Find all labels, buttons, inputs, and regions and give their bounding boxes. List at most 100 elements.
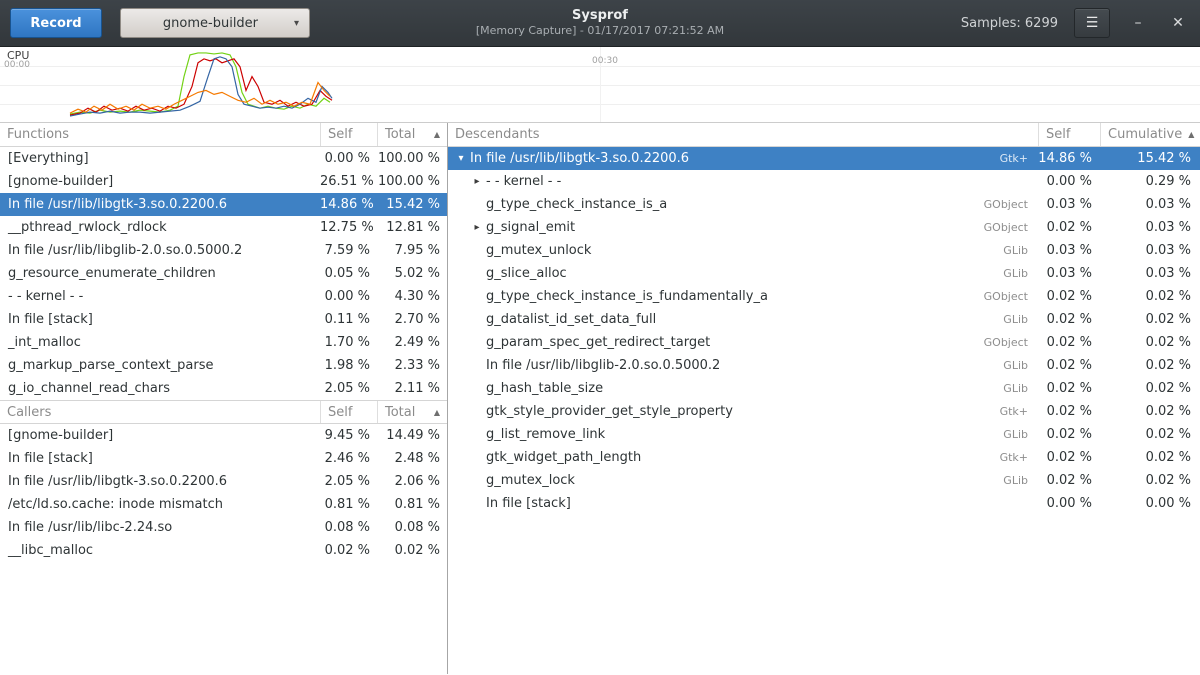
page-title: Sysprof (476, 8, 724, 24)
process-selector-dropdown[interactable]: gnome-builder ▾ (120, 8, 310, 38)
self-percent: 0.02 % (1038, 469, 1100, 492)
table-row[interactable]: g_io_channel_read_chars2.05 %2.11 % (0, 377, 447, 400)
table-row[interactable]: g_type_check_instance_is_fundamentally_a… (448, 285, 1200, 308)
library-badge: GLib (976, 423, 1038, 446)
table-row[interactable]: _int_malloc1.70 %2.49 % (0, 331, 447, 354)
function-name: gtk_widget_path_length (484, 446, 976, 469)
expander-spacer (470, 469, 484, 492)
function-name: g_resource_enumerate_children (0, 262, 320, 285)
table-row[interactable]: g_param_spec_get_redirect_targetGObject0… (448, 331, 1200, 354)
function-name: g_type_check_instance_is_a (484, 193, 976, 216)
table-row[interactable]: In file /usr/lib/libgtk-3.so.0.2200.614.… (0, 193, 447, 216)
close-button[interactable]: ✕ (1166, 15, 1190, 31)
table-row[interactable]: __pthread_rwlock_rdlock12.75 %12.81 % (0, 216, 447, 239)
callers-self-column-header[interactable]: Self (320, 401, 377, 423)
self-percent: 0.03 % (1038, 262, 1100, 285)
cumulative-percent: 0.03 % (1100, 239, 1200, 262)
self-percent: 7.59 % (320, 239, 377, 262)
minimize-icon: – (1135, 15, 1142, 31)
callers-total-column-header[interactable]: Total ▲ (377, 401, 447, 423)
table-row[interactable]: g_resource_enumerate_children0.05 %5.02 … (0, 262, 447, 285)
expander-icon[interactable]: ▸ (470, 216, 484, 239)
table-row[interactable]: [gnome-builder]26.51 %100.00 % (0, 170, 447, 193)
table-row[interactable]: gtk_style_provider_get_style_propertyGtk… (448, 400, 1200, 423)
table-row[interactable]: g_mutex_unlockGLib0.03 %0.03 % (448, 239, 1200, 262)
table-row[interactable]: - - kernel - -0.00 %4.30 % (0, 285, 447, 308)
table-row[interactable]: In file [stack]0.11 %2.70 % (0, 308, 447, 331)
main-area: Functions Self Total ▲ [Everything]0.00 … (0, 123, 1200, 674)
cumulative-percent: 0.03 % (1100, 193, 1200, 216)
table-row[interactable]: g_list_remove_linkGLib0.02 %0.02 % (448, 423, 1200, 446)
function-name: g_mutex_unlock (484, 239, 976, 262)
self-percent: 0.03 % (1038, 193, 1100, 216)
library-badge: GLib (976, 239, 1038, 262)
expander-spacer (470, 377, 484, 400)
library-badge: GLib (976, 308, 1038, 331)
table-row[interactable]: In file /usr/lib/libgtk-3.so.0.2200.62.0… (0, 470, 447, 493)
functions-total-column-header[interactable]: Total ▲ (377, 123, 447, 146)
functions-table-body: [Everything]0.00 %100.00 %[gnome-builder… (0, 147, 447, 400)
library-badge: GLib (976, 377, 1038, 400)
expander-spacer (470, 308, 484, 331)
table-row[interactable]: In file /usr/lib/libc-2.24.so0.08 %0.08 … (0, 516, 447, 539)
record-button[interactable]: Record (10, 8, 102, 38)
expander-spacer (470, 423, 484, 446)
total-percent: 4.30 % (377, 285, 447, 308)
table-row[interactable]: In file [stack]0.00 %0.00 % (448, 492, 1200, 515)
function-name: gtk_style_provider_get_style_property (484, 400, 976, 423)
table-row[interactable]: In file /usr/lib/libglib-2.0.so.0.5000.2… (448, 354, 1200, 377)
cumulative-percent: 0.02 % (1100, 423, 1200, 446)
table-row[interactable]: ▸g_signal_emitGObject0.02 %0.03 % (448, 216, 1200, 239)
record-button-label: Record (30, 16, 81, 31)
callers-column-header[interactable]: Callers (0, 401, 320, 423)
self-percent: 12.75 % (320, 216, 377, 239)
library-badge: Gtk+ (976, 446, 1038, 469)
library-badge: GLib (976, 469, 1038, 492)
descendants-column-header[interactable]: Descendants (448, 123, 1038, 146)
self-percent: 0.81 % (320, 493, 377, 516)
function-name: In file [stack] (484, 492, 976, 515)
table-row[interactable]: [Everything]0.00 %100.00 % (0, 147, 447, 170)
table-row[interactable]: ▾In file /usr/lib/libgtk-3.so.0.2200.6Gt… (448, 147, 1200, 170)
table-row[interactable]: g_hash_table_sizeGLib0.02 %0.02 % (448, 377, 1200, 400)
time-label-mid: 00:30 (592, 56, 618, 66)
table-row[interactable]: ▸- - kernel - -0.00 %0.29 % (448, 170, 1200, 193)
library-badge: GObject (976, 331, 1038, 354)
function-name: - - kernel - - (0, 285, 320, 308)
expander-icon[interactable]: ▸ (470, 170, 484, 193)
minimize-button[interactable]: – (1126, 15, 1150, 31)
expander-icon[interactable]: ▾ (454, 147, 468, 170)
table-row[interactable]: g_type_check_instance_is_aGObject0.03 %0… (448, 193, 1200, 216)
table-row[interactable]: /etc/ld.so.cache: inode mismatch0.81 %0.… (0, 493, 447, 516)
function-name: g_mutex_lock (484, 469, 976, 492)
function-name: In file /usr/lib/libgtk-3.so.0.2200.6 (0, 193, 320, 216)
cumulative-percent: 0.00 % (1100, 492, 1200, 515)
functions-self-column-header[interactable]: Self (320, 123, 377, 146)
table-row[interactable]: g_datalist_id_set_data_fullGLib0.02 %0.0… (448, 308, 1200, 331)
self-percent: 14.86 % (320, 193, 377, 216)
self-percent: 1.70 % (320, 331, 377, 354)
callers-table-body: [gnome-builder]9.45 %14.49 %In file [sta… (0, 424, 447, 562)
self-percent: 0.02 % (1038, 216, 1100, 239)
table-row[interactable]: g_slice_allocGLib0.03 %0.03 % (448, 262, 1200, 285)
table-row[interactable]: g_mutex_lockGLib0.02 %0.02 % (448, 469, 1200, 492)
self-percent: 1.98 % (320, 354, 377, 377)
expander-spacer (470, 331, 484, 354)
table-row[interactable]: gtk_widget_path_lengthGtk+0.02 %0.02 % (448, 446, 1200, 469)
table-row[interactable]: In file /usr/lib/libglib-2.0.so.0.5000.2… (0, 239, 447, 262)
table-row[interactable]: [gnome-builder]9.45 %14.49 % (0, 424, 447, 447)
function-name: g_type_check_instance_is_fundamentally_a (484, 285, 976, 308)
table-row[interactable]: g_markup_parse_context_parse1.98 %2.33 % (0, 354, 447, 377)
self-percent: 2.05 % (320, 470, 377, 493)
table-row[interactable]: __libc_malloc0.02 %0.02 % (0, 539, 447, 562)
title-block: Sysprof [Memory Capture] - 01/17/2017 07… (476, 8, 724, 38)
functions-column-header[interactable]: Functions (0, 123, 320, 146)
function-name: In file [stack] (0, 308, 320, 331)
cpu-usage-graph[interactable]: CPU 00:00 00:30 (0, 47, 1200, 123)
descendants-self-column-header[interactable]: Self (1038, 123, 1100, 146)
menu-button[interactable]: ☰ (1074, 8, 1110, 38)
self-percent: 0.02 % (1038, 308, 1100, 331)
descendants-cumulative-column-header[interactable]: Cumulative ▲ (1100, 123, 1200, 146)
cumulative-percent: 0.02 % (1100, 377, 1200, 400)
table-row[interactable]: In file [stack]2.46 %2.48 % (0, 447, 447, 470)
